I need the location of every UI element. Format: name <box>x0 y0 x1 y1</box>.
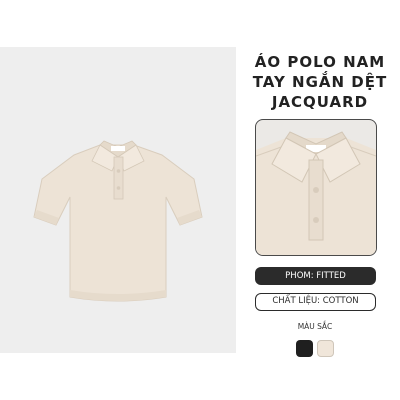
product-card: ÁO POLO NAM TAY NGẮN DỆT JACQUARD PHOM: … <box>0 0 400 400</box>
collar-detail-image[interactable] <box>255 119 377 256</box>
material-badge: CHẤT LIỆU: COTTON <box>255 293 376 311</box>
product-title-line-3: JACQUARD <box>271 93 369 111</box>
collar-closeup-illustration <box>256 131 376 255</box>
product-main-image[interactable] <box>0 47 236 353</box>
color-swatch-black[interactable] <box>296 340 313 357</box>
product-title-line-1: ÁO POLO NAM <box>254 53 386 71</box>
fit-badge: PHOM: FITTED <box>255 267 376 285</box>
polo-shirt-illustration <box>33 140 203 302</box>
color-swatch-cream[interactable] <box>317 340 334 357</box>
color-section-label: MÀU SẮC <box>297 322 333 331</box>
product-title-line-2: TAY NGẮN DỆT <box>252 73 388 91</box>
product-title: ÁO POLO NAM TAY NGẮN DỆT JACQUARD <box>240 52 400 112</box>
color-swatches <box>296 340 338 360</box>
